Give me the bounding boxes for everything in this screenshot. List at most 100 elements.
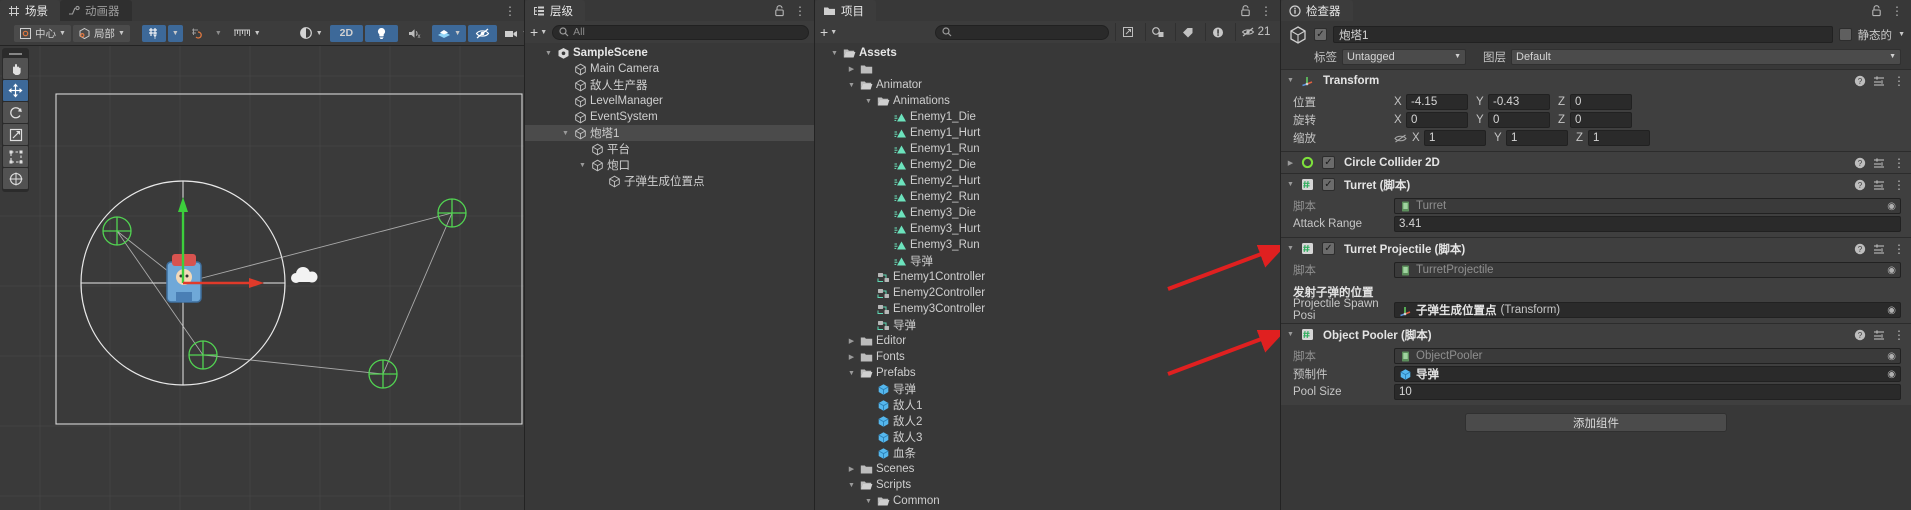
hierarchy-menu-icon[interactable]: ⋮ (794, 4, 806, 18)
chevron-down-icon[interactable]: ▼ (846, 482, 857, 489)
toggle-2d-button[interactable]: 2D (329, 24, 364, 42)
chevron-down-icon[interactable]: ▼ (577, 162, 588, 169)
chevron-down-icon[interactable]: ▼ (863, 98, 874, 105)
project-search-input[interactable] (935, 24, 1109, 40)
ruler-button[interactable]: ▼ (228, 25, 266, 42)
add-component-button[interactable]: 添加组件 (1465, 413, 1727, 432)
chevron-down-icon[interactable]: ▼ (846, 82, 857, 89)
tab-hierarchy[interactable]: 层级 (525, 0, 585, 21)
field-x-input[interactable]: 1 (1424, 130, 1486, 146)
component-menu-icon[interactable]: ⋮ (1893, 178, 1905, 192)
space-mode-button[interactable]: 局部 ▼ (72, 24, 130, 42)
tree-row[interactable]: ▶导弹 (815, 317, 1280, 333)
tree-row[interactable]: ▶ Scenes (815, 461, 1280, 477)
static-checkbox[interactable] (1838, 28, 1852, 41)
tree-row[interactable]: ▶Enemy3_Die (815, 205, 1280, 221)
tab-inspector[interactable]: 检查器 (1281, 0, 1353, 21)
tree-row[interactable]: ▶敌人2 (815, 413, 1280, 429)
field-z-input[interactable]: 0 (1570, 112, 1632, 128)
tree-row[interactable]: ▶导弹 (815, 253, 1280, 269)
tree-row[interactable]: ▼ Common (815, 493, 1280, 509)
object-picker-icon[interactable]: ◉ (1887, 201, 1896, 212)
create-object-button[interactable]: + ▼ (530, 25, 547, 39)
help-icon[interactable]: ? (1854, 157, 1866, 169)
hand-tool-button[interactable] (3, 58, 28, 79)
tree-row[interactable]: ▶ Fonts (815, 349, 1280, 365)
chevron-down-icon[interactable]: ▼ (1285, 245, 1296, 252)
preset-icon[interactable] (1873, 157, 1886, 169)
tree-row[interactable]: ▶敌人生产器 (525, 77, 814, 93)
field-object-reference[interactable]: 子弹生成位置点 (Transform) ◉ (1394, 302, 1901, 318)
object-picker-icon[interactable]: ◉ (1887, 265, 1896, 276)
lock-icon[interactable] (1240, 5, 1251, 17)
chevron-down-icon[interactable]: ▼ (846, 370, 857, 377)
tree-row[interactable]: ▶子弹生成位置点 (525, 173, 814, 189)
field-number-input[interactable]: 10 (1394, 384, 1901, 400)
component-menu-icon[interactable]: ⋮ (1893, 74, 1905, 88)
scale-link-icon[interactable] (1394, 133, 1407, 144)
component-enabled-checkbox[interactable]: ✓ (1322, 178, 1335, 191)
component-enabled-checkbox[interactable]: ✓ (1322, 242, 1335, 255)
tree-row[interactable]: ▶ Editor (815, 333, 1280, 349)
preset-icon[interactable] (1873, 75, 1886, 87)
scene-viewport[interactable] (0, 46, 524, 510)
component-header[interactable]: ▼ ✓ Turret Projectile (脚本)? ⋮ (1281, 238, 1911, 259)
help-icon[interactable]: ? (1854, 243, 1866, 255)
tree-row[interactable]: ▼ SampleScene (525, 45, 814, 61)
component-header[interactable]: ▼ Object Pooler (脚本)? ⋮ (1281, 324, 1911, 345)
help-icon[interactable]: ? (1854, 329, 1866, 341)
field-object-reference[interactable]: 导弹 ◉ (1394, 366, 1901, 382)
scale-tool-button[interactable] (3, 124, 28, 145)
field-object-reference[interactable]: Turret ◉ (1394, 198, 1901, 214)
lighting-toggle-button[interactable] (365, 24, 399, 42)
tree-row[interactable]: ▼ Animator (815, 77, 1280, 93)
tree-row[interactable]: ▼ Animations (815, 93, 1280, 109)
tag-dropdown[interactable]: Untagged ▼ (1342, 48, 1466, 65)
field-number-input[interactable]: 3.41 (1394, 216, 1901, 232)
snap-increment-dropdown[interactable]: ▼ (211, 25, 226, 42)
hidden-count-indicator[interactable]: 21 (1235, 23, 1275, 41)
tree-row[interactable]: ▶EventSystem (525, 109, 814, 125)
scene-camera-button[interactable]: ▼ (499, 25, 524, 42)
project-filter-label-button[interactable] (1175, 23, 1199, 41)
rect-tool-button[interactable] (3, 146, 28, 167)
field-y-input[interactable]: -0.43 (1488, 94, 1550, 110)
hidden-objects-button[interactable] (468, 24, 497, 42)
grid-snap-button[interactable]: Y (141, 24, 166, 42)
chevron-down-icon[interactable]: ▼ (1285, 77, 1296, 84)
chevron-right-icon[interactable]: ▶ (846, 337, 857, 345)
tree-row[interactable]: ▶Enemy2_Die (815, 157, 1280, 173)
component-header[interactable]: ▼ Transform? ⋮ (1281, 70, 1911, 91)
tree-row[interactable]: ▶Enemy3_Hurt (815, 221, 1280, 237)
object-picker-icon[interactable]: ◉ (1887, 369, 1896, 380)
project-menu-icon[interactable]: ⋮ (1260, 4, 1272, 18)
preset-icon[interactable] (1873, 329, 1886, 341)
lock-icon[interactable] (774, 5, 785, 17)
tab-animator[interactable]: 动画器 (60, 0, 132, 21)
inspector-menu-icon[interactable]: ⋮ (1891, 4, 1903, 18)
rotate-tool-button[interactable] (3, 102, 28, 123)
project-filter-type-button[interactable] (1145, 23, 1169, 41)
component-enabled-checkbox[interactable]: ✓ (1322, 156, 1335, 169)
tree-row[interactable]: ▶Enemy1_Die (815, 109, 1280, 125)
tree-row[interactable]: ▼ Scripts (815, 477, 1280, 493)
help-icon[interactable]: ? (1854, 179, 1866, 191)
chevron-down-icon[interactable]: ▼ (863, 498, 874, 505)
tree-row[interactable]: ▶Enemy2_Hurt (815, 173, 1280, 189)
tree-row[interactable]: ▶敌人1 (815, 397, 1280, 413)
chevron-down-icon[interactable]: ▼ (1285, 331, 1296, 338)
preset-icon[interactable] (1873, 179, 1886, 191)
tree-row[interactable]: ▼ 炮塔1 (525, 125, 814, 141)
tree-row[interactable]: ▶Enemy1_Hurt (815, 125, 1280, 141)
tab-project[interactable]: 项目 (815, 0, 876, 21)
tree-row[interactable]: ▶Main Camera (525, 61, 814, 77)
component-header[interactable]: ▼ ✓ Turret (脚本)? ⋮ (1281, 174, 1911, 195)
gameobject-enabled-checkbox[interactable]: ✓ (1314, 28, 1327, 41)
field-z-input[interactable]: 0 (1570, 94, 1632, 110)
tree-row[interactable]: ▶Enemy1Controller (815, 269, 1280, 285)
component-menu-icon[interactable]: ⋮ (1893, 242, 1905, 256)
help-icon[interactable]: ? (1854, 75, 1866, 87)
preset-icon[interactable] (1873, 243, 1886, 255)
project-create-button[interactable]: + ▼ (820, 25, 837, 39)
component-header[interactable]: ▶ ✓ Circle Collider 2D? ⋮ (1281, 152, 1911, 173)
